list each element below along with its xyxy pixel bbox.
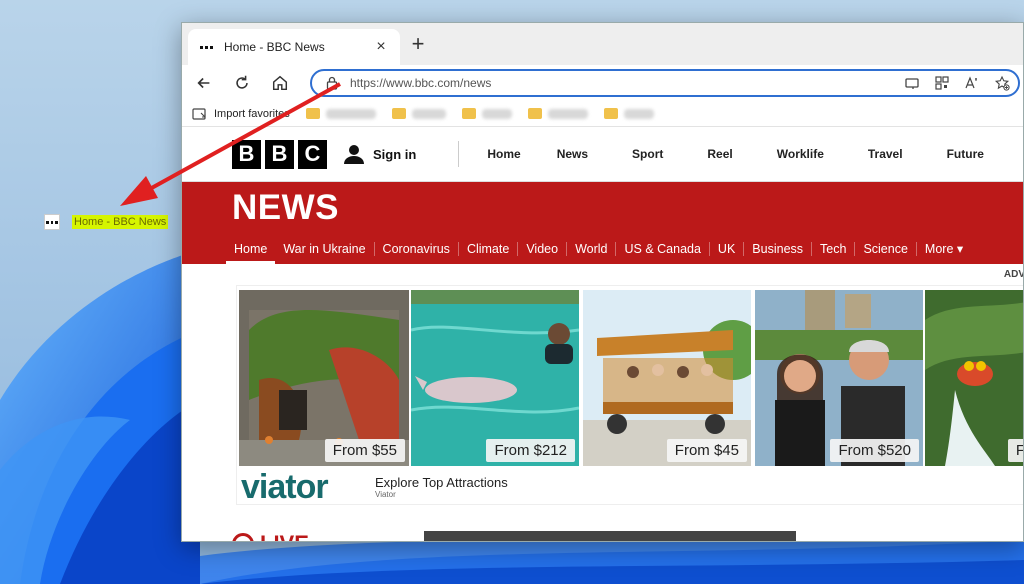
blurred-favorite[interactable] <box>623 108 654 119</box>
import-icon <box>192 107 206 120</box>
lock-icon[interactable] <box>324 75 340 91</box>
bbc-news-page: B B C Sign in Home News Sport Reel Workl… <box>182 127 1024 541</box>
ad-advertiser: Viator <box>375 490 396 499</box>
news-nav-us-canada[interactable]: US & Canada <box>616 242 710 256</box>
ad-card[interactable]: F <box>925 290 1023 466</box>
bbc-header: B B C Sign in Home News Sport Reel Workl… <box>182 127 1023 182</box>
top-nav-worklife[interactable]: Worklife <box>755 147 846 161</box>
favorites-bar: Import favorites <box>182 101 1023 127</box>
news-nav-home[interactable]: Home <box>226 234 276 264</box>
address-bar[interactable]: https://www.bbc.com/news <box>310 69 1020 97</box>
price-tag: From $55 <box>324 439 405 462</box>
advertisement-label: ADV <box>1003 269 1024 280</box>
news-nav-coronavirus[interactable]: Coronavirus <box>375 242 459 256</box>
bbc-logo-letter: B <box>232 139 261 169</box>
sign-in-link[interactable]: Sign in <box>343 143 416 165</box>
blurred-favorite[interactable] <box>481 108 512 119</box>
back-button[interactable] <box>188 67 220 99</box>
ad-tagline[interactable]: Explore Top Attractions <box>375 475 508 490</box>
news-nav-more[interactable]: More ▾ <box>917 242 971 256</box>
refresh-button[interactable] <box>226 67 258 99</box>
blurred-favorite[interactable] <box>411 108 446 119</box>
bbc-favicon-icon <box>198 39 214 55</box>
bbc-logo[interactable]: B B C <box>232 139 327 169</box>
ad-card[interactable]: From $212 <box>411 290 579 466</box>
url-text[interactable]: https://www.bbc.com/news <box>350 76 904 90</box>
folder-icon[interactable] <box>527 108 542 119</box>
import-favorites-label: Import favorites <box>214 107 290 120</box>
top-nav-reel[interactable]: Reel <box>685 147 754 161</box>
live-thumbnail[interactable] <box>424 531 796 541</box>
read-aloud-icon[interactable] <box>964 75 980 91</box>
top-nav-sport[interactable]: Sport <box>610 147 685 161</box>
live-section[interactable]: LIVE <box>232 531 309 541</box>
folder-icon[interactable] <box>461 108 476 119</box>
viator-text: Explore Top Attractions Viator <box>375 475 508 499</box>
news-nav-climate[interactable]: Climate <box>459 242 519 256</box>
ad-card[interactable]: From $55 <box>239 290 409 466</box>
browser-toolbar: https://www.bbc.com/news <box>182 65 1023 101</box>
news-nav-video[interactable]: Video <box>518 242 568 256</box>
price-tag: From $45 <box>666 439 747 462</box>
folder-icon[interactable] <box>391 108 406 119</box>
add-favorite-icon[interactable] <box>994 75 1010 91</box>
top-nav-future[interactable]: Future <box>925 147 1006 161</box>
tab-bbc-news[interactable]: Home - BBC News × <box>188 29 400 65</box>
live-label: LIVE <box>260 531 309 541</box>
viator-footer[interactable]: viator Explore Top Attractions Viator <box>237 468 1023 507</box>
bbc-logo-letter: B <box>265 139 294 169</box>
blurred-favorite[interactable] <box>325 108 376 119</box>
price-tag: From $520 <box>830 439 919 462</box>
price-tag: From $212 <box>486 439 575 462</box>
user-icon <box>344 145 364 164</box>
top-nav-home[interactable]: Home <box>459 147 534 161</box>
qr-code-icon[interactable] <box>934 75 950 91</box>
bbc-favicon-icon <box>44 214 60 230</box>
home-icon <box>272 75 288 91</box>
live-icon <box>232 533 254 541</box>
refresh-icon <box>236 75 248 89</box>
tab-title: Home - BBC News <box>224 40 325 54</box>
desktop-shortcut-label: Home - BBC News <box>72 215 169 229</box>
viator-logo[interactable]: viator <box>237 468 375 507</box>
back-arrow-icon <box>197 77 210 89</box>
ad-card[interactable]: From $45 <box>583 290 751 466</box>
top-nav-travel[interactable]: Travel <box>846 147 925 161</box>
desktop-shortcut-bbc-news[interactable]: Home - BBC News <box>44 214 169 230</box>
import-favorites-button[interactable]: Import favorites <box>192 107 290 121</box>
close-tab-button[interactable]: × <box>372 38 390 56</box>
tab-strip: Home - BBC News × + <box>182 23 1023 65</box>
browser-window: Home - BBC News × + https://www.bbc.com/… <box>181 22 1024 542</box>
new-tab-button[interactable]: + <box>406 33 430 55</box>
app-available-icon[interactable] <box>904 75 920 91</box>
news-title[interactable]: NEWS <box>232 188 339 228</box>
news-nav: Home War in Ukraine Coronavirus Climate … <box>226 234 971 264</box>
news-nav-science[interactable]: Science <box>855 242 917 256</box>
ad-card[interactable]: From $520 <box>755 290 923 466</box>
news-nav-uk[interactable]: UK <box>710 242 745 256</box>
blurred-favorite[interactable] <box>547 108 588 119</box>
sign-in-label: Sign in <box>373 146 417 162</box>
news-nav-war-in-ukraine[interactable]: War in Ukraine <box>275 242 375 256</box>
bbc-logo-letter: C <box>298 139 327 169</box>
news-nav-business[interactable]: Business <box>744 242 813 256</box>
news-nav-world[interactable]: World <box>567 242 617 256</box>
price-tag: F <box>1007 439 1023 462</box>
news-banner: NEWS Home War in Ukraine Coronavirus Cli… <box>182 182 1023 264</box>
top-nav-news[interactable]: News <box>535 147 610 161</box>
news-nav-tech[interactable]: Tech <box>812 242 856 256</box>
viator-ad[interactable]: From $55 From $212 From $45 From $520 vi… <box>236 285 1023 507</box>
home-button[interactable] <box>264 67 296 99</box>
folder-icon[interactable] <box>603 108 618 119</box>
bbc-top-nav: Home News Sport Reel Worklife Travel Fut… <box>458 141 1006 167</box>
folder-icon[interactable] <box>305 108 320 119</box>
